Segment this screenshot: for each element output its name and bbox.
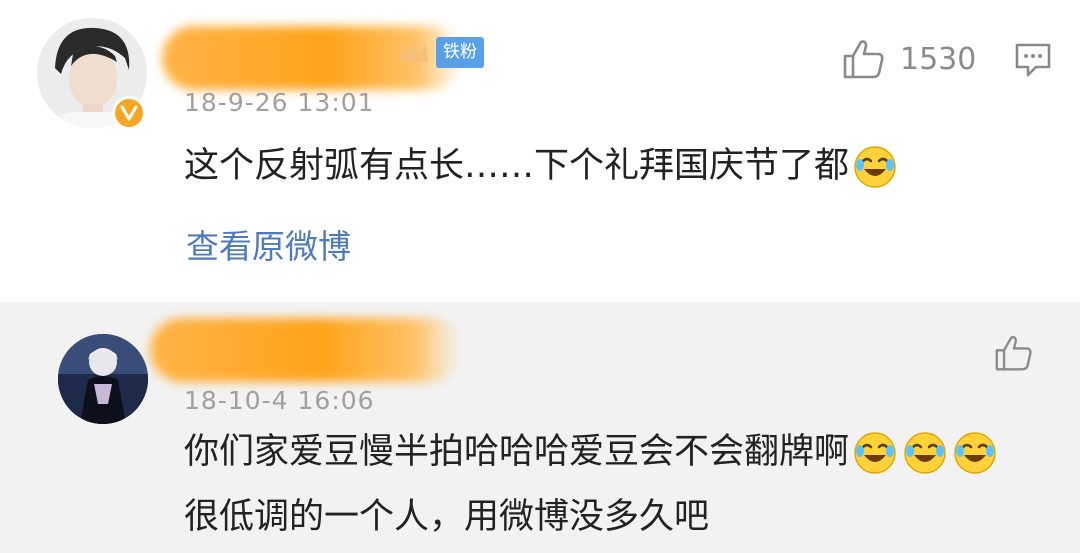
reply-comment-icon[interactable] (1014, 42, 1052, 78)
comment-text-content: 这个反射弧有点长……下个礼拜国庆节了都 (184, 146, 850, 186)
thumbs-up-icon (995, 335, 1032, 371)
avatar[interactable] (58, 334, 148, 424)
verified-badge-icon (112, 96, 146, 130)
laugh-cry-emoji-icon (904, 432, 946, 474)
comment-text: 你们家爱豆慢半拍哈哈哈爱豆会不会翻牌啊 (184, 428, 999, 477)
comment-text-content: 很低调的一个人，用微博没多久吧 (184, 497, 710, 537)
comment-text-content: 你们家爱豆慢半拍哈哈哈爱豆会不会翻牌啊 (184, 432, 850, 472)
laugh-cry-emoji-icon (954, 432, 996, 474)
like-count: 1530 (900, 41, 977, 77)
view-original-post-link[interactable]: 查看原微博 (186, 224, 351, 270)
comment-timestamp: 18-10-4 16:06 (184, 386, 375, 415)
comment-card: 18-10-4 16:06 你们家爱豆慢半拍哈哈哈爱豆会不会翻牌啊 很低调的一个 (0, 302, 1080, 553)
fan-badge: 铁粉 (436, 37, 484, 68)
thumbs-up-icon (843, 40, 884, 79)
vip-crown-icon (400, 40, 428, 62)
comment-text: 很低调的一个人，用微博没多久吧 (184, 493, 709, 541)
like-button[interactable]: 1530 (842, 38, 976, 80)
laugh-cry-emoji-icon (854, 432, 896, 474)
comment-card: 铁粉 18-9-26 13:01 这个反射弧有点长……下个礼拜国庆节了都 查看原… (0, 0, 1080, 302)
redacted-username (150, 318, 460, 382)
laugh-cry-emoji-icon (854, 146, 896, 188)
like-button[interactable] (994, 334, 1034, 372)
comment-timestamp: 18-9-26 13:01 (184, 88, 375, 117)
comment-text: 这个反射弧有点长……下个礼拜国庆节了都 (184, 142, 899, 191)
